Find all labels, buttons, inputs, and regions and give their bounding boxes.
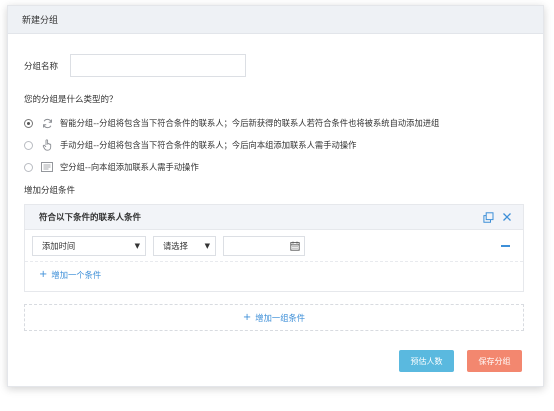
option-smart-group[interactable]: 智能分组--分组将包含当下符合条件的联系人；今后新获得的联系人若符合条件也将被系… (24, 117, 439, 129)
estimate-count-button[interactable]: 预估人数 (399, 350, 454, 372)
remove-condition-button[interactable] (501, 245, 510, 247)
caret-down-icon: ▼ (134, 242, 140, 250)
group-name-label: 分组名称 (24, 61, 59, 72)
group-type-question: 您的分组是什么类型的？ (24, 95, 118, 105)
condition-row: 添加时间 ▼ 请选择 ▼ (25, 230, 523, 262)
condition-field-select[interactable]: 添加时间 ▼ (32, 236, 146, 256)
condition-group-header: 符合以下条件的联系人条件 (25, 205, 523, 230)
option-smart-group-label: 智能分组--分组将包含当下符合条件的联系人；今后新获得的联系人若符合条件也将被系… (60, 118, 440, 128)
refresh-icon (40, 117, 54, 129)
condition-operator-select[interactable]: 请选择 ▼ (153, 236, 216, 256)
add-condition-label: 增加一个条件 (51, 270, 102, 280)
radio-smart-group[interactable] (24, 118, 33, 128)
add-condition-group-label: 增加一组条件 (255, 312, 306, 323)
plus-icon: + (39, 269, 48, 280)
option-manual-group[interactable]: 手动分组--分组将包含当下符合条件的联系人；今后向本组添加联系人需手动操作 (24, 139, 356, 151)
option-empty-group-label: 空分组--向本组添加联系人需手动操作 (60, 162, 199, 172)
condition-date-input[interactable] (223, 236, 305, 256)
calendar-icon[interactable] (290, 241, 300, 251)
condition-field-value: 添加时间 (42, 241, 76, 251)
dialog-title: 新建分组 (22, 16, 59, 26)
group-name-input[interactable] (70, 54, 247, 77)
caret-down-icon: ▼ (204, 242, 210, 250)
condition-group-box: 符合以下条件的联系人条件 添加时间 ▼ 请选择 ▼ + 增加一个条件 (24, 204, 524, 292)
radio-empty-group[interactable] (24, 162, 33, 172)
copy-icon[interactable] (482, 211, 494, 223)
dialog-header: 新建分组 (8, 6, 543, 34)
radio-manual-group[interactable] (24, 140, 33, 150)
add-condition-link[interactable]: + 增加一个条件 (39, 269, 101, 281)
option-empty-group[interactable]: 空分组--向本组添加联系人需手动操作 (24, 161, 199, 173)
plus-icon: + (242, 311, 252, 323)
option-manual-group-label: 手动分组--分组将包含当下符合条件的联系人；今后向本组添加联系人需手动操作 (60, 140, 357, 150)
condition-operator-value: 请选择 (163, 241, 188, 251)
condition-group-title: 符合以下条件的联系人条件 (39, 213, 142, 223)
new-group-dialog: 新建分组 分组名称 您的分组是什么类型的？ 智能分组--分组将包含当下符合条件的… (7, 5, 544, 387)
add-condition-group-button[interactable]: + 增加一组条件 (24, 304, 524, 331)
group-name-row: 分组名称 (24, 54, 247, 77)
list-card-icon (40, 161, 54, 173)
conditions-section-title: 增加分组条件 (24, 186, 76, 196)
close-icon[interactable] (501, 211, 513, 223)
save-group-button[interactable]: 保存分组 (467, 350, 522, 372)
hand-pointer-icon (40, 139, 54, 151)
